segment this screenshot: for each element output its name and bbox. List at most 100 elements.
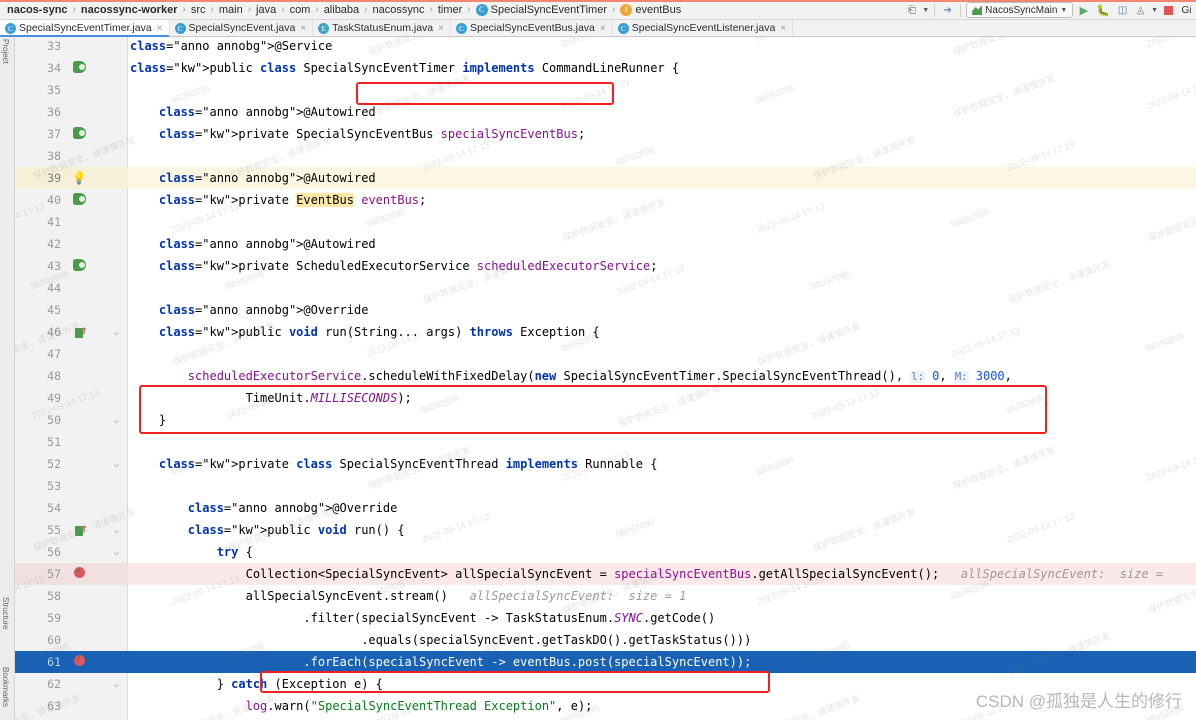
breadcrumb-item-java[interactable]: java <box>253 4 279 16</box>
code-line-52[interactable]: 52 ⌵ class="kw">private class SpecialSync… <box>15 453 1196 475</box>
code-line-43[interactable]: 43 class="kw">private ScheduledExecutorS… <box>15 255 1196 277</box>
code-line-36[interactable]: 36 class="anno annobg">@Autowired <box>15 101 1196 123</box>
code-line-61[interactable]: 61 .forEach(specialSyncEvent -> eventBus… <box>15 651 1196 673</box>
code-line-40[interactable]: 40 class="kw">private EventBus eventBus; <box>15 189 1196 211</box>
close-icon[interactable]: × <box>157 23 163 34</box>
spring-bean-icon[interactable] <box>72 259 86 271</box>
build-hammer-icon[interactable]: ➔ <box>940 2 955 19</box>
code-text: class="kw">public class SpecialSyncEvent… <box>130 61 680 75</box>
gutter-icon[interactable] <box>71 564 87 582</box>
close-icon[interactable]: × <box>300 23 306 34</box>
code-line-33[interactable]: 33 class="anno annobg">@Service <box>15 37 1196 57</box>
code-line-51[interactable]: 51 <box>15 431 1196 453</box>
breadcrumb-item-alibaba[interactable]: alibaba <box>321 4 362 16</box>
code-line-35[interactable]: 35 <box>15 79 1196 101</box>
code-line-49[interactable]: 49 TimeUnit.MILLISECONDS); <box>15 387 1196 409</box>
code-line-37[interactable]: 37 class="kw">private SpecialSyncEventBu… <box>15 123 1196 145</box>
code-line-60[interactable]: 60 .equals(specialSyncEvent.getTaskDO().… <box>15 629 1196 651</box>
code-line-45[interactable]: 45 class="anno annobg">@Override <box>15 299 1196 321</box>
gutter-icon[interactable] <box>71 652 87 670</box>
code-line-47[interactable]: 47 <box>15 343 1196 365</box>
code-text: try { <box>216 545 253 559</box>
intention-bulb-icon[interactable]: 💡 <box>72 171 87 185</box>
close-icon[interactable]: × <box>438 23 444 34</box>
gutter-icon[interactable] <box>71 193 87 208</box>
code-line-34[interactable]: 34 class="kw">public class SpecialSyncEve… <box>15 57 1196 79</box>
breadcrumb-item-nacos-sync[interactable]: nacos-sync <box>4 4 71 16</box>
code-line-55[interactable]: 55 ↑ ⌵ class="kw">public void run() { <box>15 519 1196 541</box>
spring-bean-icon[interactable] <box>72 61 86 73</box>
run-button[interactable]: ▶ <box>1076 2 1091 19</box>
chevron-down-icon[interactable]: ▼ <box>1151 7 1158 14</box>
code-editor[interactable]: 33 class="anno annobg">@Service 34 class="k… <box>15 37 1196 720</box>
run-method-icon[interactable]: ↑ <box>72 323 88 340</box>
code-line-41[interactable]: 41 <box>15 211 1196 233</box>
line-number: 53 <box>47 479 61 493</box>
code-line-38[interactable]: 38 <box>15 145 1196 167</box>
spring-bean-icon[interactable] <box>72 193 86 205</box>
gutter-icon[interactable]: 💡 <box>71 171 87 186</box>
code-line-57[interactable]: 57 Collection<SpecialSyncEvent> allSpeci… <box>15 563 1196 585</box>
profiler-button[interactable]: ◬ <box>1133 2 1148 19</box>
fold-toggle-icon[interactable]: ⌵ <box>110 458 123 471</box>
csdn-credit-watermark: CSDN @孤独是人生的修行 <box>975 692 1182 711</box>
enum-icon: E <box>318 22 330 34</box>
breadcrumb-item-src[interactable]: src <box>188 4 209 16</box>
debug-button[interactable]: 🐛 <box>1094 2 1112 19</box>
breadcrumb-separator: › <box>247 4 252 15</box>
line-number: 52 <box>47 457 61 471</box>
run-with-coverage-button[interactable]: ◫ <box>1115 2 1130 19</box>
editor-tab-specialsynceventbus[interactable]: C SpecialSyncEventBus.java × <box>451 20 613 36</box>
fold-toggle-icon[interactable]: ⌵ <box>110 414 123 427</box>
git-menu-label[interactable]: Gi <box>1179 2 1194 19</box>
line-number: 46 <box>47 325 61 339</box>
code-line-54[interactable]: 54 class="anno annobg">@Override <box>15 497 1196 519</box>
breadcrumb-item-timer[interactable]: timer <box>435 4 465 16</box>
breadcrumb-item-com[interactable]: com <box>287 4 314 16</box>
editor-tab-specialsyncevent[interactable]: C SpecialSyncEvent.java × <box>170 20 314 36</box>
run-method-icon[interactable]: ↑ <box>72 521 88 538</box>
code-line-56[interactable]: 56 ⌵ try { <box>15 541 1196 563</box>
chevron-down-icon[interactable]: ▼ <box>922 7 929 14</box>
tool-stripe-bookmarks[interactable]: Bookmarks <box>1 667 10 707</box>
gutter-icon[interactable] <box>71 61 87 76</box>
code-line-46[interactable]: 46 ↑ ⌵ class="kw">public void run(String..… <box>15 321 1196 343</box>
tool-stripe-structure[interactable]: Structure <box>1 597 10 629</box>
breakpoint-verified-icon[interactable] <box>73 652 85 667</box>
code-line-59[interactable]: 59 .filter(specialSyncEvent -> TaskStatu… <box>15 607 1196 629</box>
fold-toggle-icon[interactable]: ⌵ <box>110 524 123 537</box>
editor-tab-taskstatusenum[interactable]: E TaskStatusEnum.java × <box>313 20 451 36</box>
close-icon[interactable]: × <box>780 23 786 34</box>
vcs-update-icon[interactable]: ⎗ <box>904 2 919 19</box>
gutter-icon[interactable]: ↑ <box>71 323 88 340</box>
tool-stripe-project[interactable]: Project <box>1 39 10 64</box>
code-line-50[interactable]: 50 ⌵ } <box>15 409 1196 431</box>
code-line-44[interactable]: 44 <box>15 277 1196 299</box>
editor-tab-specialsynceventtimer[interactable]: C SpecialSyncEventTimer.java × <box>0 20 170 37</box>
fold-toggle-icon[interactable]: ⌵ <box>110 678 123 691</box>
code-text: class="kw">private SpecialSyncEventBus s… <box>158 127 586 141</box>
breadcrumb-label: timer <box>437 3 463 16</box>
gutter-icon[interactable]: ↑ <box>71 521 88 538</box>
fold-toggle-icon[interactable]: ⌵ <box>110 546 123 559</box>
breadcrumb-item-eventbus[interactable]: f eventBus <box>617 3 684 16</box>
gutter-icon[interactable] <box>71 127 87 142</box>
line-number: 36 <box>47 105 61 119</box>
breadcrumb-item-nacossync[interactable]: nacossync <box>370 4 428 16</box>
gutter-icon[interactable] <box>71 259 87 274</box>
breakpoint-verified-icon[interactable] <box>73 564 85 579</box>
spring-bean-icon[interactable] <box>72 127 86 139</box>
code-line-53[interactable]: 53 <box>15 475 1196 497</box>
editor-tab-specialsynceventlistener[interactable]: C SpecialSyncEventListener.java × <box>613 20 794 36</box>
stop-button[interactable] <box>1161 2 1176 19</box>
code-line-39[interactable]: 39 💡 class="anno annobg">@Autowired <box>15 167 1196 189</box>
breadcrumb-item-main[interactable]: main <box>216 4 246 16</box>
code-line-42[interactable]: 42 class="anno annobg">@Autowired <box>15 233 1196 255</box>
breadcrumb-item-specialsynceventtimer[interactable]: C SpecialSyncEventTimer <box>473 3 610 16</box>
code-line-48[interactable]: 48 scheduledExecutorService.scheduleWith… <box>15 365 1196 387</box>
fold-toggle-icon[interactable]: ⌵ <box>110 326 123 339</box>
code-line-58[interactable]: 58 allSpecialSyncEvent.stream() allSpeci… <box>15 585 1196 607</box>
breadcrumb-item-nacossync-worker[interactable]: nacossync-worker <box>78 4 181 16</box>
run-configuration-selector[interactable]: NacosSyncMain ▼ <box>966 2 1074 18</box>
close-icon[interactable]: × <box>600 23 606 34</box>
